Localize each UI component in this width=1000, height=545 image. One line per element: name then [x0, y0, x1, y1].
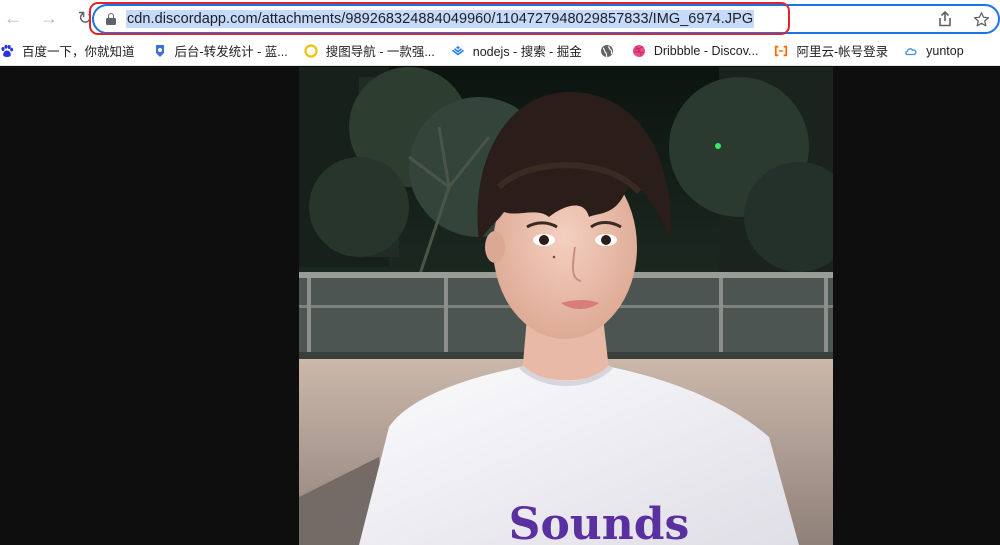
juejin-icon: [451, 45, 464, 56]
image-viewer: Sounds: [0, 67, 1000, 545]
cloud-icon: [905, 47, 917, 55]
url-text[interactable]: cdn.discordapp.com/attachments/989268324…: [126, 10, 755, 28]
bookmark-label: 后台-转发统计 - 蓝...: [174, 45, 288, 59]
portrait-photo: Sounds: [299, 67, 833, 545]
star-icon[interactable]: [972, 10, 990, 28]
bookmark-juejin[interactable]: nodejs - 搜索 - 掘金: [451, 39, 582, 63]
share-icon[interactable]: [936, 10, 954, 28]
bookmark-dribbble[interactable]: Dribbble - Discov...: [632, 39, 759, 63]
aliyun-icon: [775, 45, 788, 56]
bookmark-baidu[interactable]: 百度一下，你就知道: [0, 39, 135, 63]
bookmark-stats[interactable]: 后台-转发统计 - 蓝...: [153, 39, 288, 63]
bookmark-label: 搜图导航 - 一款强...: [325, 45, 435, 59]
yellow-ring-icon: [304, 43, 318, 58]
bookmark-soutu[interactable]: 搜图导航 - 一款强...: [304, 39, 435, 63]
bookmark-aliyun[interactable]: 阿里云-帐号登录: [774, 39, 888, 63]
baidu-paw-icon: [1, 44, 14, 57]
bookmark-label: 百度一下，你就知道: [22, 45, 135, 59]
dribbble-icon: [632, 44, 645, 57]
forward-button[interactable]: →: [36, 5, 62, 31]
blue-badge-icon: [155, 44, 164, 57]
browser-toolbar: ← → ↻ cdn.discordapp.com/attachments/989…: [0, 0, 1000, 36]
bookmark-label: Dribbble - Discov...: [653, 43, 759, 58]
bookmarks-bar: 百度一下，你就知道 后台-转发统计 - 蓝... 搜图导航 - 一款强... n…: [0, 36, 1000, 66]
back-button[interactable]: ←: [0, 5, 26, 31]
address-bar[interactable]: cdn.discordapp.com/attachments/989268324…: [92, 4, 1000, 34]
photo[interactable]: Sounds: [299, 67, 833, 545]
bookmark-label: 阿里云-帐号登录: [796, 45, 889, 59]
bookmark-globe[interactable]: [600, 39, 622, 63]
shirt-print: Sounds: [509, 499, 690, 545]
globe-icon: [600, 44, 613, 57]
lock-icon[interactable]: [106, 13, 116, 25]
bookmark-yuntop[interactable]: yuntop: [904, 39, 964, 63]
bookmark-label: yuntop: [926, 43, 964, 58]
bookmark-label: nodejs - 搜索 - 掘金: [472, 45, 582, 59]
